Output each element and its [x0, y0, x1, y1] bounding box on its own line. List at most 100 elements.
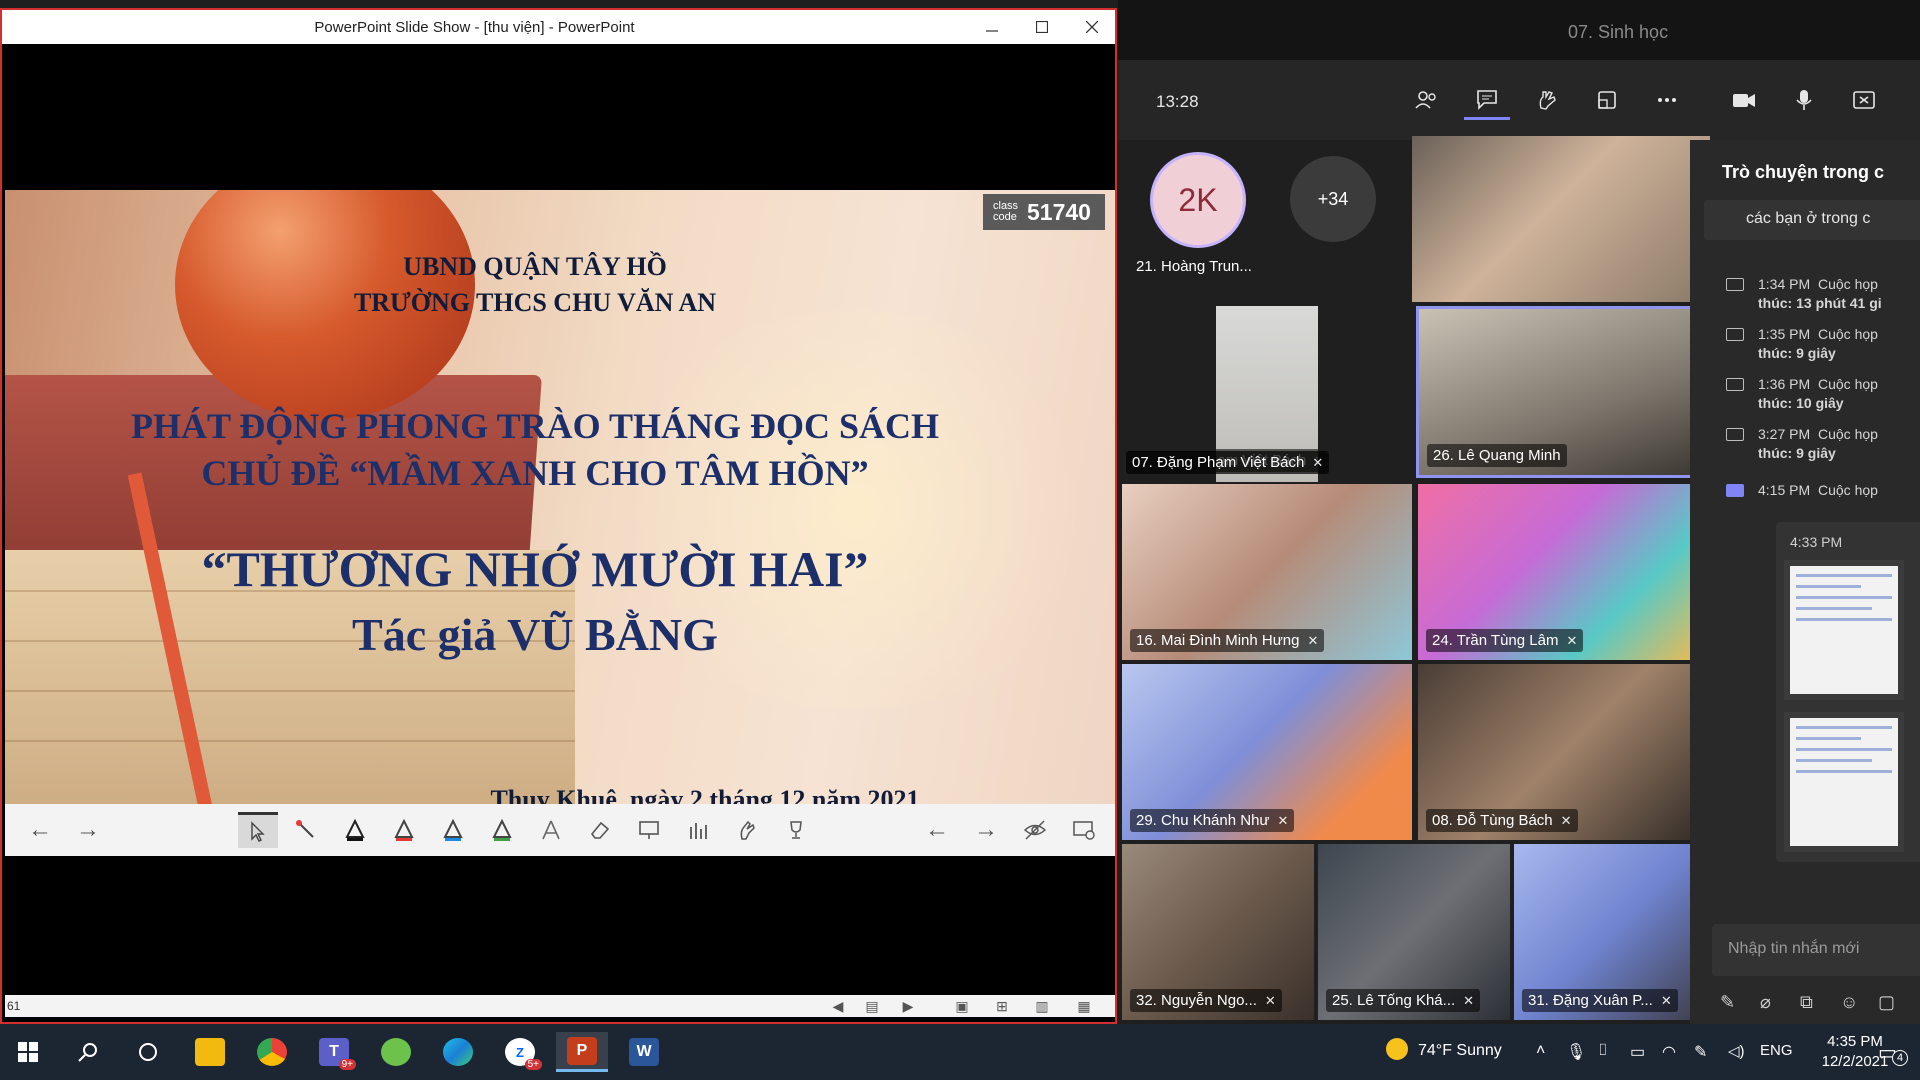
slideshow-view-icon[interactable]: ▦: [1073, 998, 1095, 1014]
desktop: PowerPoint Slide Show - [thu viện] - Pow…: [0, 0, 1920, 1080]
video-tile-teacher[interactable]: [1412, 136, 1710, 302]
reading-view-icon[interactable]: ▥: [1031, 998, 1053, 1014]
video-tile[interactable]: 31. Đặng Xuân P... ✕: [1514, 844, 1710, 1020]
close-icon: [1086, 21, 1098, 33]
slide-line-book-title: “THƯƠNG NHỚ MƯỜI HAI”: [201, 541, 869, 597]
meeting-title: 07. Sinh học: [1568, 22, 1669, 42]
video-tile[interactable]: 16. Mai Đình Minh Hưng ✕: [1122, 484, 1412, 660]
slide-sorter-icon[interactable]: ⊞: [991, 998, 1013, 1014]
teams-taskbar-button[interactable]: T 9+: [308, 1032, 360, 1072]
file-explorer-button[interactable]: [184, 1032, 236, 1072]
mic-muted-icon: ✕: [1307, 633, 1319, 648]
chrome-button[interactable]: [246, 1032, 298, 1072]
microphone-icon: [1796, 90, 1812, 110]
app-button[interactable]: [370, 1032, 422, 1072]
loop-icon[interactable]: ⧉: [1800, 992, 1813, 1013]
share-screen-button[interactable]: [1841, 80, 1887, 120]
video-tile[interactable]: 08. Đỗ Tùng Bách ✕: [1418, 664, 1710, 840]
microphone-tray-icon[interactable]: 🎙: [1566, 1042, 1586, 1062]
participants-button[interactable]: [1404, 80, 1450, 120]
video-call-icon: [1726, 278, 1744, 291]
reactions-button[interactable]: [1524, 80, 1570, 120]
word-button[interactable]: W: [618, 1032, 670, 1072]
arrow-pointer-icon: [251, 820, 265, 842]
whiteboard-button[interactable]: [629, 812, 669, 848]
hide-ink-button[interactable]: [1015, 812, 1055, 848]
eraser-button[interactable]: [580, 812, 620, 848]
rooms-button[interactable]: [1584, 80, 1630, 120]
powerpoint-taskbar-button[interactable]: P: [556, 1032, 608, 1072]
video-tile-active-speaker[interactable]: 26. Lê Quang Minh: [1416, 306, 1710, 478]
video-tile[interactable]: 29. Chu Khánh Như ✕: [1122, 664, 1412, 840]
award-button[interactable]: [776, 812, 816, 848]
compose-toolbar: ✎ ⌀ ⧉ ☺ ▢: [1720, 992, 1920, 1018]
more-actions-button[interactable]: [1644, 80, 1690, 120]
language-indicator[interactable]: ENG: [1760, 1042, 1793, 1059]
image-thumbnail[interactable]: [1784, 560, 1904, 700]
folder-icon: [195, 1038, 225, 1066]
battery-icon[interactable]: ▭: [1630, 1042, 1645, 1062]
chart-tool-button[interactable]: [678, 812, 718, 848]
video-call-icon: [1726, 378, 1744, 391]
camera-tray-icon[interactable]: ⌷: [1598, 1042, 1608, 1060]
minimize-button[interactable]: [967, 10, 1017, 44]
status-next-icon[interactable]: ▶: [897, 998, 919, 1014]
slide[interactable]: class code 51740 UBND QUẬN TÂY HỒ TRƯỜNG …: [5, 190, 1115, 814]
avatar-tile[interactable]: 2K 21. Hoàng Trun... +34: [1122, 140, 1402, 282]
participant-name: 26. Lê Quang Minh: [1427, 444, 1567, 467]
image-message-time: 4:33 PM: [1790, 534, 1843, 550]
end-show-button[interactable]: [1064, 812, 1104, 848]
pen-red-button[interactable]: [384, 812, 424, 848]
weather-text[interactable]: 74°F Sunny: [1418, 1042, 1502, 1060]
emoji-icon[interactable]: ☺: [1840, 992, 1858, 1013]
status-prev-icon[interactable]: ◀: [827, 998, 849, 1014]
next-slide-button[interactable]: →: [68, 812, 108, 848]
previous-slide-button[interactable]: ←: [20, 812, 60, 848]
participant-name: 08. Đỗ Tùng Bách ✕: [1426, 809, 1578, 832]
pen-green-button[interactable]: [482, 812, 522, 848]
next-button-right[interactable]: →: [966, 812, 1006, 848]
search-button[interactable]: [62, 1032, 114, 1072]
video-tile[interactable]: 32. Nguyễn Ngo... ✕: [1122, 844, 1314, 1020]
screen-close-icon: [1073, 821, 1095, 840]
maximize-button[interactable]: [1017, 10, 1067, 44]
participant-name: 29. Chu Khánh Như ✕: [1130, 809, 1295, 832]
more-participants-badge[interactable]: +34: [1290, 156, 1376, 242]
zalo-button[interactable]: Z 5+: [494, 1032, 546, 1072]
meeting-duration: 13:28: [1156, 92, 1199, 111]
pointer-tool-button[interactable]: [238, 812, 278, 848]
chat-button[interactable]: [1464, 80, 1510, 120]
wifi-icon[interactable]: ◠: [1662, 1042, 1676, 1062]
slide-line-theme: CHỦ ĐỀ “MẦM XANH CHO TÂM HỒN”: [201, 453, 869, 493]
volume-icon[interactable]: ◁): [1728, 1042, 1745, 1060]
task-view-button[interactable]: [122, 1032, 174, 1072]
video-tile[interactable]: 25. Lê Tống Khá... ✕: [1318, 844, 1510, 1020]
pen-tray-icon[interactable]: ✎: [1694, 1042, 1707, 1062]
previous-button-right[interactable]: ←: [917, 812, 957, 848]
start-button[interactable]: [2, 1032, 54, 1072]
show-hidden-icons[interactable]: ˄: [1536, 1042, 1545, 1060]
participant-name: 31. Đặng Xuân P... ✕: [1522, 989, 1678, 1012]
message-input[interactable]: Nhập tin nhắn mới: [1712, 924, 1920, 976]
pen-blue-button[interactable]: [433, 812, 473, 848]
chat-title: Trò chuyện trong c: [1722, 162, 1885, 182]
normal-view-icon[interactable]: ▣: [951, 998, 973, 1014]
edge-button[interactable]: [432, 1032, 484, 1072]
notification-center-button[interactable]: ▭ 4: [1878, 1040, 1908, 1066]
close-button[interactable]: [1067, 10, 1117, 44]
laser-pointer-button[interactable]: [286, 812, 326, 848]
attach-icon[interactable]: ⌀: [1760, 992, 1771, 1013]
status-notes-icon[interactable]: ▤: [861, 998, 883, 1014]
camera-button[interactable]: [1721, 80, 1767, 120]
chrome-icon: [257, 1038, 287, 1066]
video-tile[interactable]: 24. Trần Tùng Lâm ✕: [1418, 484, 1710, 660]
image-message: 4:33 PM: [1776, 522, 1920, 862]
image-thumbnail[interactable]: [1784, 712, 1904, 852]
gif-icon[interactable]: ▢: [1878, 992, 1895, 1013]
highlighter-button[interactable]: [531, 812, 571, 848]
format-icon[interactable]: ✎: [1720, 992, 1735, 1013]
hand-tool-button[interactable]: [727, 812, 767, 848]
microphone-button[interactable]: [1781, 80, 1827, 120]
pen-black-button[interactable]: [335, 812, 375, 848]
teams-badge: 9+: [338, 1059, 356, 1070]
